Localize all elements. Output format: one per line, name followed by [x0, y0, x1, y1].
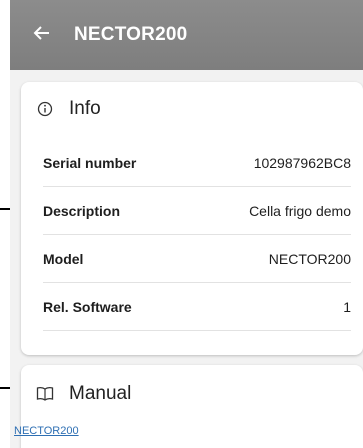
info-row-serial-number: Serial number 102987962BC8	[43, 139, 351, 187]
manual-link[interactable]: NECTOR200	[14, 425, 79, 437]
info-row-value: NECTOR200	[268, 250, 351, 267]
app-viewport: NECTOR200 Info Serial number 102987962BC…	[0, 0, 363, 448]
manual-card-title: Manual	[69, 383, 132, 404]
info-row-label: Rel. Software	[43, 298, 132, 315]
info-list: Serial number 102987962BC8 Description C…	[43, 139, 351, 331]
book-open-icon	[35, 384, 55, 404]
phone-screen: NECTOR200 Info Serial number 102987962BC…	[10, 0, 363, 448]
info-row-value: 102987962BC8	[253, 154, 351, 171]
page-title: NECTOR200	[74, 24, 188, 45]
info-row-value: Cella frigo demo	[249, 202, 351, 219]
info-card-title: Info	[69, 98, 101, 119]
manual-card-header: Manual	[35, 383, 131, 405]
arrow-left-icon	[33, 24, 51, 47]
info-row-rel-software: Rel. Software 1	[43, 283, 351, 331]
info-row-value: 1	[343, 298, 351, 315]
back-button[interactable]	[22, 15, 62, 55]
info-circle-icon	[35, 99, 55, 119]
info-row-label: Description	[43, 202, 121, 219]
app-bar: NECTOR200	[10, 0, 363, 70]
info-row-label: Serial number	[43, 154, 137, 171]
info-row-description: Description Cella frigo demo	[43, 187, 351, 235]
info-card: Info Serial number 102987962BC8 Descript…	[21, 82, 363, 355]
info-row-model: Model NECTOR200	[43, 235, 351, 283]
manual-card: Manual NECTOR200	[14, 365, 363, 448]
info-card-header: Info	[35, 98, 101, 120]
info-row-label: Model	[43, 250, 84, 267]
